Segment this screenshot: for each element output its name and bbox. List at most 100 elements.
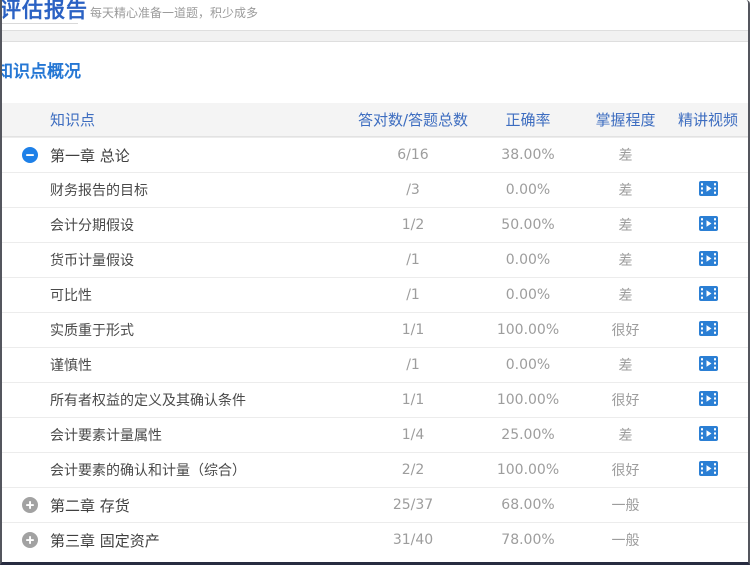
knowledge-point-cell: 会计分期假设 — [2, 208, 353, 242]
mastery-value: 很好 — [611, 323, 640, 339]
score-value: /3 — [406, 182, 420, 198]
accuracy-value: 25.00% — [501, 427, 555, 443]
accuracy-value: 100.00% — [496, 392, 560, 408]
score-value: 1/1 — [401, 392, 425, 408]
knowledge-point-cell: 会计要素计量属性 — [2, 418, 353, 452]
page-header: 评估报告 每天精心准备一道题，积少成多 — [2, 0, 748, 30]
table-row: 货币计量假设 /1 0.00% 差 — [2, 242, 748, 277]
knowledge-point-cell: 货币计量假设 — [2, 243, 353, 277]
accuracy-value: 50.00% — [501, 217, 555, 233]
accuracy-value: 0.00% — [505, 357, 551, 373]
knowledge-point-cell: 第三章 固定资产 — [2, 523, 353, 557]
mastery-value: 差 — [618, 218, 633, 234]
video-cell — [668, 320, 748, 340]
knowledge-point-cell: 实质重于形式 — [2, 313, 353, 347]
minus-circle-icon[interactable] — [22, 147, 38, 163]
video-cell — [668, 180, 748, 200]
score-value: 1/1 — [401, 322, 425, 338]
mastery-value: 差 — [618, 428, 633, 444]
video-icon[interactable] — [698, 320, 718, 336]
mastery-value: 差 — [618, 288, 633, 304]
knowledge-point-cell: 所有者权益的定义及其确认条件 — [2, 383, 353, 417]
mastery-value: 差 — [618, 183, 633, 199]
knowledge-point-table: 知识点 答对数/答题总数 正确率 掌握程度 精讲视频 第一章 总论 6/16 3… — [2, 103, 748, 557]
accuracy-value: 100.00% — [496, 462, 560, 478]
assessment-report-page: 评估报告 每天精心准备一道题，积少成多 知识点概况 知识点 答对数/答题总数 正… — [0, 0, 750, 565]
knowledge-point-name: 实质重于形式 — [50, 323, 134, 339]
table-row: 会计要素计量属性 1/4 25.00% 差 — [2, 417, 748, 452]
plus-circle-icon[interactable] — [22, 532, 38, 548]
knowledge-point-cell: 谨慎性 — [2, 348, 353, 382]
table-row: 谨慎性 /1 0.00% 差 — [2, 347, 748, 382]
mastery-value: 差 — [618, 358, 633, 374]
video-icon[interactable] — [698, 425, 718, 441]
column-header-score: 答对数/答题总数 — [357, 111, 469, 129]
knowledge-point-name: 会计分期假设 — [50, 218, 134, 234]
knowledge-point-name: 可比性 — [50, 288, 92, 304]
table-row: 所有者权益的定义及其确认条件 1/1 100.00% 很好 — [2, 382, 748, 417]
video-cell — [668, 425, 748, 445]
knowledge-point-name: 货币计量假设 — [50, 253, 134, 269]
video-icon[interactable] — [698, 460, 718, 476]
score-value: 6/16 — [397, 147, 429, 163]
mastery-value: 一般 — [611, 498, 640, 514]
video-cell — [668, 355, 748, 375]
table-row: 第一章 总论 6/16 38.00% 差 — [2, 137, 748, 172]
accuracy-value: 100.00% — [496, 322, 560, 338]
score-value: /1 — [406, 357, 420, 373]
section-heading-knowledge-points: 知识点概况 — [0, 62, 81, 82]
accuracy-value: 68.00% — [501, 497, 555, 513]
score-value: 25/37 — [392, 497, 434, 513]
page-title: 评估报告 — [2, 0, 88, 22]
column-header-mastery: 掌握程度 — [595, 111, 656, 129]
knowledge-point-cell: 财务报告的目标 — [2, 173, 353, 207]
column-header-video: 精讲视频 — [677, 111, 738, 129]
page-subtitle: 每天精心准备一道题，积少成多 — [90, 6, 259, 20]
mastery-value: 很好 — [611, 393, 640, 409]
score-value: /1 — [406, 252, 420, 268]
column-header-accuracy: 正确率 — [505, 111, 551, 129]
table-row: 第三章 固定资产 31/40 78.00% 一般 — [2, 522, 748, 557]
score-value: 31/40 — [392, 532, 434, 548]
video-cell — [668, 250, 748, 270]
accuracy-value: 38.00% — [501, 147, 555, 163]
table-row: 可比性 /1 0.00% 差 — [2, 277, 748, 312]
knowledge-point-name: 所有者权益的定义及其确认条件 — [50, 393, 246, 409]
video-cell — [668, 390, 748, 410]
video-cell — [668, 460, 748, 480]
knowledge-point-name: 第二章 存货 — [50, 496, 130, 515]
video-icon[interactable] — [698, 180, 718, 196]
mastery-value: 差 — [618, 148, 633, 164]
video-icon[interactable] — [698, 285, 718, 301]
video-icon[interactable] — [698, 250, 718, 266]
accuracy-value: 78.00% — [501, 532, 555, 548]
knowledge-point-cell: 第一章 总论 — [2, 138, 353, 172]
title-underline — [2, 23, 78, 24]
score-value: 1/2 — [401, 217, 425, 233]
video-icon[interactable] — [698, 390, 718, 406]
knowledge-point-name: 财务报告的目标 — [50, 183, 148, 199]
accuracy-value: 0.00% — [505, 182, 551, 198]
table-row: 实质重于形式 1/1 100.00% 很好 — [2, 312, 748, 347]
table-header-row: 知识点 答对数/答题总数 正确率 掌握程度 精讲视频 — [2, 103, 748, 137]
mastery-value: 很好 — [611, 463, 640, 479]
score-value: /1 — [406, 287, 420, 303]
mastery-value: 差 — [618, 253, 633, 269]
video-icon[interactable] — [698, 355, 718, 371]
column-header-knowledge-point: 知识点 — [50, 111, 96, 129]
table-row: 财务报告的目标 /3 0.00% 差 — [2, 172, 748, 207]
video-icon[interactable] — [698, 215, 718, 231]
knowledge-point-cell: 可比性 — [2, 278, 353, 312]
table-body: 第一章 总论 6/16 38.00% 差 财务报告的目标 /3 0.00% 差 — [2, 137, 748, 557]
score-value: 2/2 — [401, 462, 425, 478]
knowledge-point-name: 第三章 固定资产 — [50, 531, 160, 550]
table-row: 会计要素的确认和计量（综合） 2/2 100.00% 很好 — [2, 452, 748, 487]
knowledge-point-name: 会计要素计量属性 — [50, 428, 162, 444]
knowledge-point-cell: 第二章 存货 — [2, 488, 353, 522]
knowledge-point-name: 会计要素的确认和计量（综合） — [50, 463, 246, 479]
table-row: 第二章 存货 25/37 68.00% 一般 — [2, 487, 748, 522]
plus-circle-icon[interactable] — [22, 497, 38, 513]
video-cell — [668, 285, 748, 305]
knowledge-point-name: 第一章 总论 — [50, 146, 130, 165]
knowledge-point-name: 谨慎性 — [50, 358, 92, 374]
